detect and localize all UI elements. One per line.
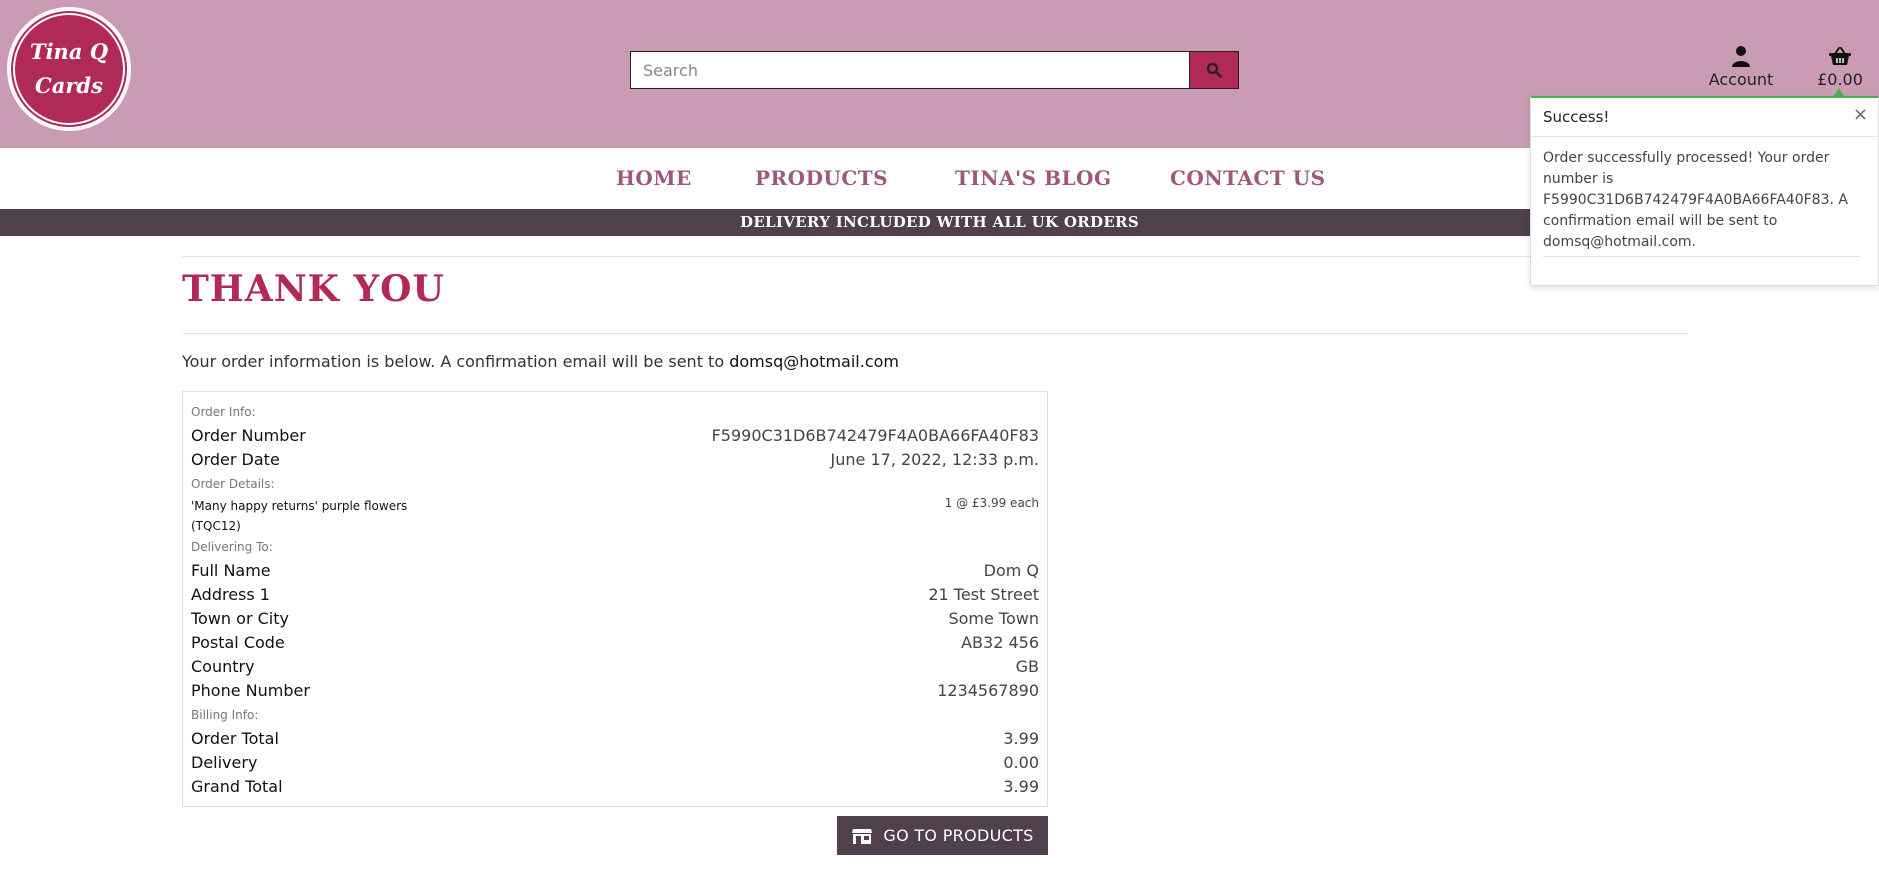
page-title: THANK YOU: [182, 268, 445, 310]
order-number-value: F5990C31D6B742479F4A0BA66FA40F83: [711, 426, 1039, 445]
delivery-value: 1234567890: [937, 681, 1039, 700]
billing-row: Order Total 3.99: [191, 729, 1039, 751]
delivery-value: Dom Q: [983, 561, 1039, 580]
delivery-label: Country: [191, 657, 255, 676]
section-delivering-to: Delivering To:: [191, 540, 273, 554]
intro-message: Your order information is below. A confi…: [182, 352, 725, 371]
delivery-row: Address 1 21 Test Street: [191, 585, 1039, 607]
section-billing-info: Billing Info:: [191, 708, 259, 722]
delivery-value: GB: [1015, 657, 1039, 676]
product-quantity: 1 @ £3.99 each: [944, 496, 1039, 510]
billing-label: Delivery: [191, 753, 258, 772]
delivery-label: Address 1: [191, 585, 270, 604]
product-sku: (TQC12): [191, 519, 241, 533]
section-order-details: Order Details:: [191, 477, 275, 491]
billing-row: Grand Total 3.99: [191, 777, 1039, 799]
delivery-value: AB32 456: [961, 633, 1039, 652]
nav-contact[interactable]: CONTACT US: [1170, 166, 1326, 190]
toast-divider: [1543, 256, 1861, 257]
section-order-info: Order Info:: [191, 405, 256, 419]
basket-icon: [1829, 47, 1851, 65]
intro-text: Your order information is below. A confi…: [182, 352, 899, 371]
logo-line-2: Cards: [35, 73, 103, 98]
store-icon: [852, 828, 873, 844]
order-number-label: Order Number: [191, 426, 306, 445]
billing-row: Delivery 0.00: [191, 753, 1039, 775]
product-name: 'Many happy returns' purple flowers: [191, 499, 408, 513]
delivery-label: Postal Code: [191, 633, 285, 652]
go-to-products-button[interactable]: GO TO PRODUCTS: [837, 816, 1048, 855]
divider: [182, 256, 1688, 257]
search-input[interactable]: [631, 52, 1189, 88]
success-toast: Success! × Order successfully processed!…: [1530, 96, 1879, 286]
delivery-label: Full Name: [191, 561, 271, 580]
order-date-value: June 17, 2022, 12:33 p.m.: [830, 450, 1039, 469]
order-number-row: Order Number F5990C31D6B742479F4A0BA66FA…: [191, 426, 1039, 448]
order-date-label: Order Date: [191, 450, 280, 469]
delivery-row: Postal Code AB32 456: [191, 633, 1039, 655]
delivery-row: Country GB: [191, 657, 1039, 679]
customer-email: domsq@hotmail.com: [729, 352, 899, 371]
billing-value: 3.99: [1003, 777, 1039, 796]
toast-title: Success!: [1543, 108, 1610, 126]
search-button[interactable]: [1189, 52, 1238, 88]
delivery-row: Full Name Dom Q: [191, 561, 1039, 583]
delivery-row: Town or City Some Town: [191, 609, 1039, 631]
account-link[interactable]: Account: [1705, 44, 1777, 89]
nav-products[interactable]: PRODUCTS: [755, 166, 888, 190]
order-date-row: Order Date June 17, 2022, 12:33 p.m.: [191, 450, 1039, 472]
go-to-products-label: GO TO PRODUCTS: [883, 826, 1034, 845]
toast-divider: [1531, 136, 1878, 137]
logo-line-1: Tina Q: [29, 39, 109, 64]
cart-link[interactable]: £0.00: [1812, 44, 1868, 89]
product-line: 'Many happy returns' purple flowers (TQC…: [191, 496, 451, 536]
delivery-label: Town or City: [191, 609, 289, 628]
delivery-label: Phone Number: [191, 681, 310, 700]
cart-total: £0.00: [1817, 70, 1863, 89]
billing-value: 0.00: [1003, 753, 1039, 772]
search-icon: [1206, 62, 1222, 78]
user-icon: [1732, 46, 1750, 67]
account-label: Account: [1708, 70, 1774, 89]
close-icon[interactable]: ×: [1853, 104, 1868, 125]
toast-message: Order successfully processed! Your order…: [1543, 150, 1848, 250]
search-form: [630, 51, 1239, 89]
toast-arrow: [1834, 88, 1844, 96]
logo[interactable]: Tina Q Cards: [7, 7, 131, 131]
delivery-row: Phone Number 1234567890: [191, 681, 1039, 703]
nav-blog[interactable]: TINA'S BLOG: [955, 166, 1112, 190]
divider: [182, 333, 1688, 334]
billing-value: 3.99: [1003, 729, 1039, 748]
billing-label: Order Total: [191, 729, 279, 748]
delivery-value: 21 Test Street: [928, 585, 1039, 604]
billing-label: Grand Total: [191, 777, 283, 796]
nav-home[interactable]: HOME: [616, 166, 692, 190]
delivery-value: Some Town: [948, 609, 1039, 628]
order-summary: Order Info: Order Number F5990C31D6B7424…: [182, 391, 1048, 807]
